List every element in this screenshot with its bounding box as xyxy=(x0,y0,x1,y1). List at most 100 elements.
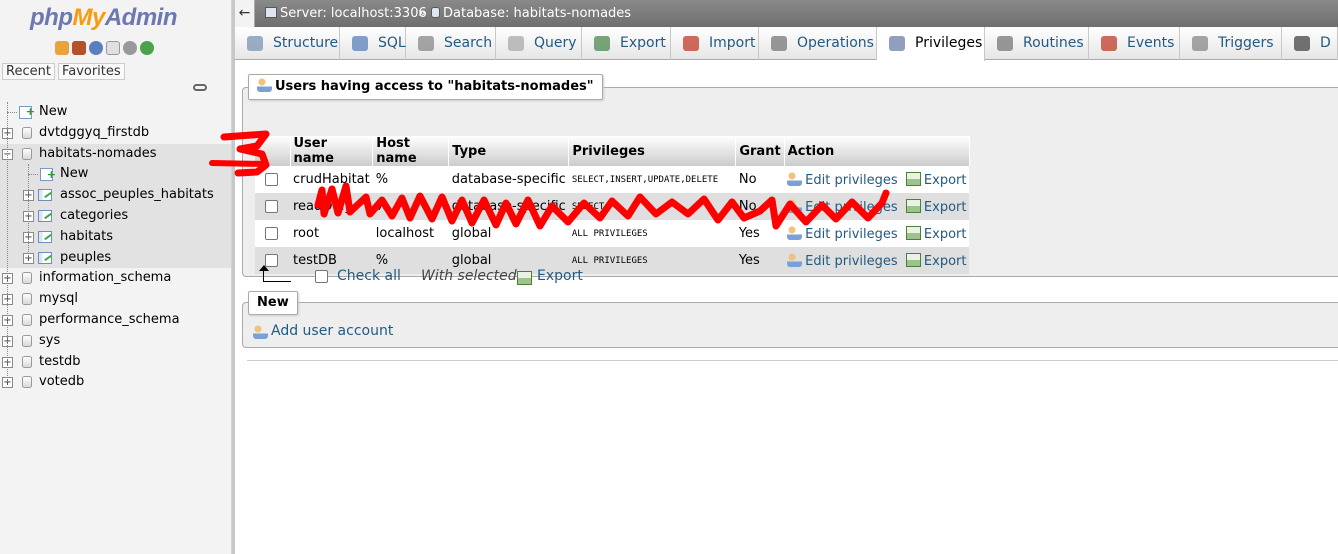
tree-branch xyxy=(28,164,29,258)
reload-icon[interactable] xyxy=(140,41,154,55)
export-user-link[interactable]: Export xyxy=(905,225,966,242)
tree-db-mysql[interactable]: + mysql xyxy=(0,289,231,310)
database-icon xyxy=(22,126,32,139)
breadcrumb-database[interactable]: Database: habitats-nomades xyxy=(431,0,631,27)
tab-sql[interactable]: SQL xyxy=(340,27,406,60)
tree-item-label[interactable]: information_schema xyxy=(39,268,171,289)
edit-privileges-link[interactable]: Edit privileges xyxy=(787,171,898,188)
export-icon xyxy=(905,252,921,267)
tree-item-label[interactable]: habitats-nomades xyxy=(39,144,157,165)
col-privileges[interactable]: Privileges xyxy=(568,136,737,166)
tree-db-performance_schema[interactable]: + performance_schema xyxy=(0,310,231,331)
add-user-account-link[interactable]: Add user account xyxy=(271,323,393,339)
new-item-icon xyxy=(40,165,56,185)
tree-item-label[interactable]: testdb xyxy=(39,352,80,373)
favorites-tab[interactable]: Favorites xyxy=(57,63,125,80)
edit-privileges-icon xyxy=(787,225,803,240)
tab-import[interactable]: Import xyxy=(671,27,759,60)
export-selected-button[interactable]: Export xyxy=(537,268,583,284)
check-all-label[interactable]: Check all xyxy=(337,268,401,284)
tab-export[interactable]: Export xyxy=(582,27,671,60)
tree-item-label[interactable]: performance_schema xyxy=(39,310,180,331)
tab-privileges[interactable]: Privileges xyxy=(877,27,985,61)
tree-item-new[interactable]: New xyxy=(0,164,231,185)
breadcrumb-server[interactable]: Server: localhost:3306 xyxy=(265,0,427,27)
link-with-main-icon[interactable] xyxy=(193,84,207,91)
database-icon xyxy=(22,147,32,160)
database-icon xyxy=(22,293,32,306)
col-action: Action xyxy=(784,136,970,166)
tree-item-label[interactable]: categories xyxy=(60,206,128,227)
export-user-link[interactable]: Export xyxy=(905,252,966,269)
tab-routines[interactable]: Routines xyxy=(985,27,1089,60)
export-icon xyxy=(905,225,921,240)
help-icon[interactable] xyxy=(89,41,103,55)
tree-db-dvtdggyq_firstdb[interactable]: + dvtdggyq_firstdb xyxy=(0,123,231,144)
user-name: root xyxy=(290,220,373,247)
row-checkbox[interactable] xyxy=(265,227,278,240)
recent-tab[interactable]: Recent xyxy=(2,63,55,80)
grant-value: No xyxy=(735,166,785,193)
tab-operations[interactable]: Operations xyxy=(759,27,877,60)
tree-db-information_schema[interactable]: + information_schema xyxy=(0,268,231,289)
home-icon[interactable] xyxy=(55,41,69,55)
tree-table-assoc_peuples_habitats[interactable]: + assoc_peuples_habitats xyxy=(0,185,231,206)
tree-table-peuples[interactable]: + peuples xyxy=(0,247,231,269)
col-user-name[interactable]: User name xyxy=(290,136,374,166)
row-actions: Edit privileges Export xyxy=(784,247,970,274)
query-icon xyxy=(508,36,524,51)
tree-item-label[interactable]: assoc_peuples_habitats xyxy=(60,185,214,206)
tree-item-label[interactable]: habitats xyxy=(60,227,113,248)
tree-item-new[interactable]: New xyxy=(0,102,231,123)
col-host-name[interactable]: Host name xyxy=(372,136,450,166)
tree-db-habitats-nomades[interactable]: − habitats-nomades xyxy=(0,143,231,165)
export-icon xyxy=(905,171,921,186)
tab-triggers[interactable]: Triggers xyxy=(1180,27,1282,60)
tree-item-label[interactable]: peuples xyxy=(60,248,111,269)
tree-item-label[interactable]: New xyxy=(39,102,67,123)
row-checkbox[interactable] xyxy=(265,173,278,186)
tree-db-testdb[interactable]: + testdb xyxy=(0,352,231,373)
tab-structure[interactable]: Structure xyxy=(235,27,340,60)
export-user-link[interactable]: Export xyxy=(905,198,966,215)
database-tree: New+dvtdggyq_firstdb−habitats-nomadesNew… xyxy=(0,102,231,393)
tree-trunk xyxy=(7,102,8,382)
row-checkbox[interactable] xyxy=(265,200,278,213)
tree-item-label[interactable]: New xyxy=(60,164,88,185)
tree-table-categories[interactable]: + categories xyxy=(0,205,231,227)
user-type: database-specific xyxy=(448,166,569,193)
tree-item-label[interactable]: votedb xyxy=(39,372,84,393)
tree-table-habitats[interactable]: + habitats xyxy=(0,226,231,248)
tree-item-label[interactable]: sys xyxy=(39,331,60,352)
database-icon xyxy=(22,272,32,285)
host-name: % xyxy=(372,166,449,193)
tree-item-label[interactable]: dvtdggyq_firstdb xyxy=(39,123,149,144)
tab-search[interactable]: Search xyxy=(406,27,496,60)
col-grant[interactable]: Grant xyxy=(735,136,785,166)
tree-item-label[interactable]: mysql xyxy=(39,289,78,310)
tab-d[interactable]: D xyxy=(1282,27,1338,60)
col-type[interactable]: Type xyxy=(448,136,570,166)
tab-events[interactable]: Events xyxy=(1089,27,1180,60)
edit-privileges-link[interactable]: Edit privileges xyxy=(787,225,898,242)
table-icon xyxy=(38,209,52,222)
docs-icon[interactable] xyxy=(106,41,120,55)
table-icon xyxy=(38,251,52,264)
check-all-checkbox[interactable] xyxy=(315,270,328,283)
wrench-icon xyxy=(771,36,787,51)
tree-db-sys[interactable]: + sys xyxy=(0,331,231,352)
settings-icon[interactable] xyxy=(123,41,137,55)
phpmyadmin-logo[interactable]: phpMyAdmin xyxy=(30,4,178,32)
tree-db-votedb[interactable]: + votedb xyxy=(0,372,231,393)
edit-privileges-link[interactable]: Edit privileges xyxy=(787,198,898,215)
user-type: global xyxy=(448,220,569,247)
edit-privileges-link[interactable]: Edit privileges xyxy=(787,252,898,269)
export-user-link[interactable]: Export xyxy=(905,171,966,188)
row-select-cell xyxy=(255,220,290,247)
designer-icon xyxy=(1294,36,1310,51)
tab-query[interactable]: Query xyxy=(496,27,582,60)
exit-icon[interactable] xyxy=(72,41,86,55)
grant-value: Yes xyxy=(735,220,785,247)
collapse-nav-button[interactable]: ← xyxy=(235,0,255,27)
with-selected-label: With selected: xyxy=(421,268,522,284)
